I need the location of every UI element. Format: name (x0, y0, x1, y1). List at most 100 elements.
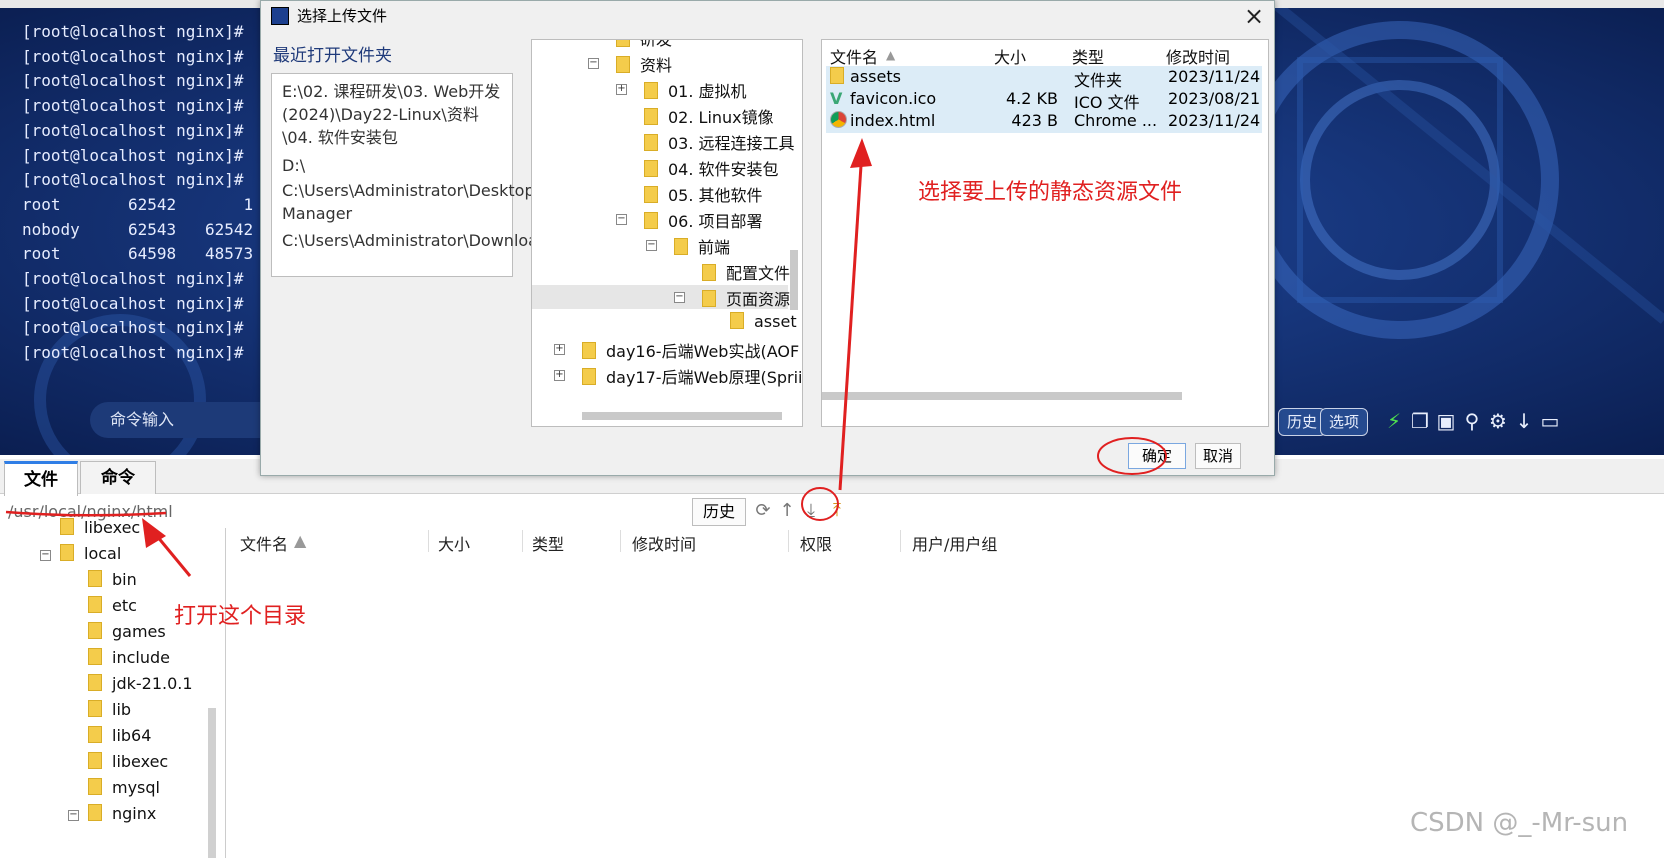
terminal-line: root 64598 48573 (22, 244, 254, 264)
window-icon[interactable]: ▭ (1538, 409, 1562, 433)
ok-button[interactable]: 确定 (1128, 443, 1186, 469)
download-icon[interactable]: ↓ (1512, 409, 1536, 433)
lightning-icon[interactable]: ⚡ (1382, 409, 1406, 433)
tree-item-label: 05. 其他软件 (668, 186, 763, 205)
remote-tree-item-label: include (112, 648, 170, 667)
tree-scrollbar[interactable] (790, 250, 798, 310)
close-icon[interactable]: × (1241, 3, 1267, 29)
terminal-line: [root@localhost nginx]# (22, 318, 244, 338)
tree-item[interactable]: 04. 软件安装包 (644, 156, 779, 180)
collapse-icon[interactable]: − (646, 240, 657, 251)
collapse-icon[interactable]: − (588, 58, 599, 69)
remote-tree-item[interactable]: libexec (88, 752, 168, 771)
column-size[interactable]: 大小 (438, 531, 470, 555)
file-list-row[interactable]: assets 文件夹 2023/11/24 (826, 66, 1262, 90)
remote-tree-item[interactable]: mysql (88, 778, 160, 797)
tree-item[interactable]: 资料 (616, 52, 672, 76)
remote-tree-item-label: lib (112, 700, 132, 719)
column-modified[interactable]: 修改时间 (632, 531, 696, 555)
tree-item[interactable]: 01. 虚拟机 (644, 78, 747, 102)
fl-column-size[interactable]: 大小 (994, 44, 1026, 68)
column-type[interactable]: 类型 (532, 531, 564, 555)
tree-item-label: 04. 软件安装包 (668, 160, 779, 179)
recent-folder-item[interactable]: D:\ (282, 154, 507, 177)
remote-tree-item-label: mysql (112, 778, 160, 797)
path-history-button[interactable]: 历史 (692, 498, 746, 526)
remote-tree-item[interactable]: jdk-21.0.1 (88, 674, 193, 693)
paste-icon[interactable]: ▣ (1434, 409, 1458, 433)
file-list-row[interactable]: Vfavicon.ico 4.2 KB ICO 文件 2023/08/21 (826, 88, 1262, 112)
local-file-list[interactable]: 文件名 ▲ 大小 类型 修改时间 assets 文件夹 2023/11/24 Vfav… (821, 39, 1269, 427)
copy-icon[interactable]: ❐ (1408, 409, 1432, 433)
tree-item-label: 页面资源 (726, 290, 791, 309)
tree-item[interactable]: 03. 远程连接工具 (644, 130, 795, 154)
folder-icon (644, 160, 658, 177)
up-icon[interactable]: ↑ (776, 500, 798, 522)
gear-icon[interactable]: ⚙ (1486, 409, 1510, 433)
refresh-icon[interactable]: ⟳ (752, 500, 774, 522)
remote-tree-item[interactable]: etc (88, 596, 137, 615)
remote-tree-item[interactable]: local (60, 544, 121, 563)
collapse-icon[interactable]: − (616, 214, 627, 225)
remote-tree-item[interactable]: libexec (60, 518, 140, 537)
tree-item[interactable]: day16-后端Web实战(AOF (582, 338, 799, 362)
tree-h-scrollbar[interactable] (582, 412, 782, 420)
recent-folders-list[interactable]: E:\02. 课程研发\03. Web开发(2024)\Day22-Linux\… (271, 73, 569, 277)
collapse-icon[interactable]: − (68, 810, 79, 821)
annotation-select-files: 选择要上传的静态资源文件 (918, 180, 1183, 205)
column-permission[interactable]: 权限 (800, 531, 832, 555)
recent-folder-item[interactable]: C:\Users\Administrator\Desktop\XH-Manage… (282, 179, 569, 225)
remote-tree-item-label: local (84, 544, 122, 563)
terminal-history-button[interactable]: 历史 (1278, 408, 1327, 436)
folder-icon (88, 648, 102, 665)
tree-item[interactable]: 页面资源 (702, 286, 790, 310)
collapse-icon[interactable]: − (40, 550, 51, 561)
folder-icon (88, 596, 102, 613)
remote-tree-item-label: libexec (112, 752, 169, 771)
local-directory-tree[interactable]: 研发资料 − 01. 虚拟机 +02. Linux镜像 03. 远程连接工具 04. 软件… (531, 39, 803, 427)
fl-column-name[interactable]: 文件名 (830, 44, 878, 68)
remote-tree-item[interactable]: lib64 (88, 726, 151, 745)
tree-item[interactable]: 研发 (616, 39, 673, 50)
file-name: favicon.ico (850, 89, 937, 108)
terminal-options-button[interactable]: 选项 (1320, 408, 1369, 436)
tab-commands[interactable]: 命令 (80, 461, 156, 494)
upload-icon[interactable]: ⤒ (826, 500, 848, 522)
remote-tree-item[interactable]: bin (88, 570, 137, 589)
search-icon[interactable]: ⚲ (1460, 409, 1484, 433)
remote-tree-item[interactable]: nginx (88, 804, 156, 823)
tree-item[interactable]: 配置文件 (702, 260, 790, 284)
remote-directory-tree[interactable]: libexec local − bin etc games include jdk-21.0.… (0, 518, 226, 858)
expand-icon[interactable]: + (554, 344, 565, 355)
cancel-button[interactable]: 取消 (1195, 443, 1241, 469)
tree-item[interactable]: 05. 其他软件 (644, 182, 763, 206)
remote-tree-item[interactable]: games (88, 622, 166, 641)
tree-item[interactable]: asset (730, 312, 797, 331)
file-list-h-scrollbar[interactable] (822, 392, 1182, 400)
fl-column-modified[interactable]: 修改时间 (1166, 44, 1230, 68)
command-input-field[interactable]: 命令输入 (90, 402, 285, 438)
tab-files[interactable]: 文件 (4, 461, 78, 496)
file-name: assets (850, 67, 901, 86)
terminal-line: [root@localhost nginx]# (22, 269, 244, 288)
tree-item[interactable]: 06. 项目部署 (644, 208, 763, 232)
recent-folder-item[interactable]: C:\Users\Administrator\Downloads (282, 229, 556, 252)
tree-item-label: 研发 (640, 39, 673, 49)
tree-item[interactable]: 前端 (674, 234, 730, 258)
remote-tree-item[interactable]: include (88, 648, 170, 667)
tree-item-label: 03. 远程连接工具 (668, 134, 795, 153)
recent-folder-item[interactable]: E:\02. 课程研发\03. Web开发(2024)\Day22-Linux\… (282, 80, 507, 149)
app-icon (271, 7, 289, 25)
remote-tree-item[interactable]: lib (88, 700, 131, 719)
tree-item[interactable]: day17-后端Web原理(Sprii (582, 364, 802, 388)
expand-icon[interactable]: + (554, 370, 565, 381)
remote-tree-scrollbar[interactable] (208, 708, 216, 858)
tree-item[interactable]: 02. Linux镜像 (644, 104, 774, 128)
column-name[interactable]: 文件名 (240, 531, 288, 555)
expand-icon[interactable]: + (616, 84, 627, 95)
file-list-row[interactable]: index.html 423 B Chrome ... 2023/11/24 (826, 110, 1262, 133)
download-icon[interactable]: ⤓ (800, 500, 822, 522)
fl-column-type[interactable]: 类型 (1072, 44, 1104, 68)
column-owner[interactable]: 用户/用户组 (912, 531, 997, 555)
collapse-icon[interactable]: − (674, 292, 685, 303)
